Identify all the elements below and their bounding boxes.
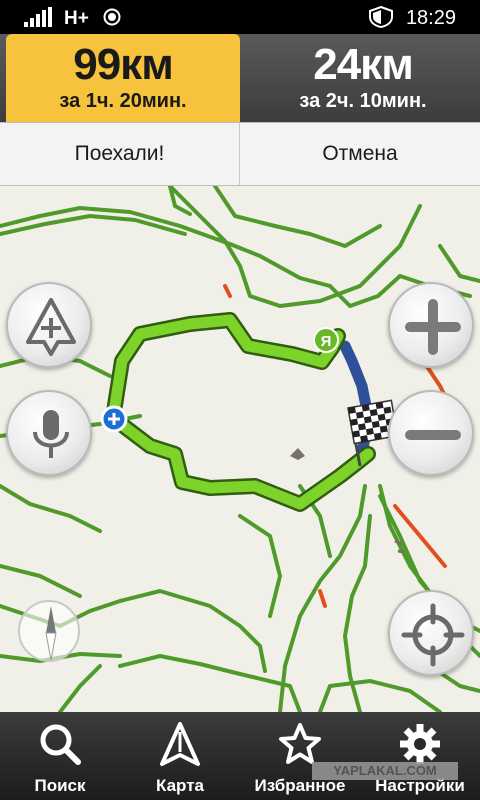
gear-icon bbox=[400, 724, 440, 764]
nav-search-label: Поиск bbox=[34, 776, 86, 795]
waypoint-icon[interactable] bbox=[100, 405, 128, 433]
report-event-button[interactable] bbox=[6, 282, 92, 368]
status-bar: H+ 18:29 bbox=[0, 0, 480, 34]
go-button[interactable]: Поехали! bbox=[0, 123, 240, 185]
clock: 18:29 bbox=[405, 7, 456, 29]
route-actions: Поехали! Отмена bbox=[0, 122, 480, 186]
start-marker-letter: Я bbox=[321, 333, 332, 350]
signal-strength-icon bbox=[24, 7, 52, 27]
compass-icon bbox=[45, 606, 57, 661]
locate-icon bbox=[401, 603, 465, 667]
battery-saver-shield-icon bbox=[369, 6, 393, 28]
voice-icon bbox=[33, 410, 69, 458]
bottom-navigation: Поиск Карта Избранное Настройки YAPLAKAL… bbox=[0, 712, 480, 800]
report-event-icon bbox=[26, 298, 76, 356]
zoom-out-button[interactable] bbox=[388, 390, 474, 476]
route-option-1[interactable]: 99км за 1ч. 20мин. bbox=[6, 34, 240, 122]
zoom-in-icon bbox=[405, 299, 461, 355]
nav-search[interactable]: Поиск bbox=[0, 712, 120, 800]
watermark: YAPLAKAL.COM bbox=[312, 762, 458, 780]
nav-settings[interactable]: Настройки bbox=[360, 712, 480, 800]
compass-button[interactable] bbox=[18, 600, 80, 662]
locate-me-button[interactable] bbox=[388, 590, 474, 676]
zoom-out-icon bbox=[405, 430, 461, 440]
zoom-in-button[interactable] bbox=[388, 282, 474, 368]
map-arrow-icon bbox=[160, 722, 200, 766]
nav-favorites[interactable]: Избранное bbox=[240, 712, 360, 800]
star-icon bbox=[279, 723, 321, 764]
route-duration: за 2ч. 10мин. bbox=[299, 90, 427, 112]
route-options: 99км за 1ч. 20мин. 24км за 2ч. 10мин. bbox=[0, 34, 480, 122]
poi-marker-icon bbox=[290, 448, 305, 460]
route-option-2[interactable]: 24км за 2ч. 10мин. bbox=[246, 34, 480, 122]
start-marker-icon: Я bbox=[313, 327, 339, 353]
map-view[interactable]: Я bbox=[0, 186, 480, 712]
route-duration: за 1ч. 20мин. bbox=[59, 90, 187, 112]
location-status-icon bbox=[103, 8, 121, 26]
voice-search-button[interactable] bbox=[6, 390, 92, 476]
route-distance: 24км bbox=[313, 40, 414, 89]
search-icon bbox=[40, 724, 81, 765]
route-distance: 99км bbox=[73, 40, 174, 89]
cancel-button[interactable]: Отмена bbox=[240, 123, 480, 185]
nav-map[interactable]: Карта bbox=[120, 712, 240, 800]
nav-map-label: Карта bbox=[156, 776, 204, 795]
network-type: H+ bbox=[64, 8, 89, 29]
